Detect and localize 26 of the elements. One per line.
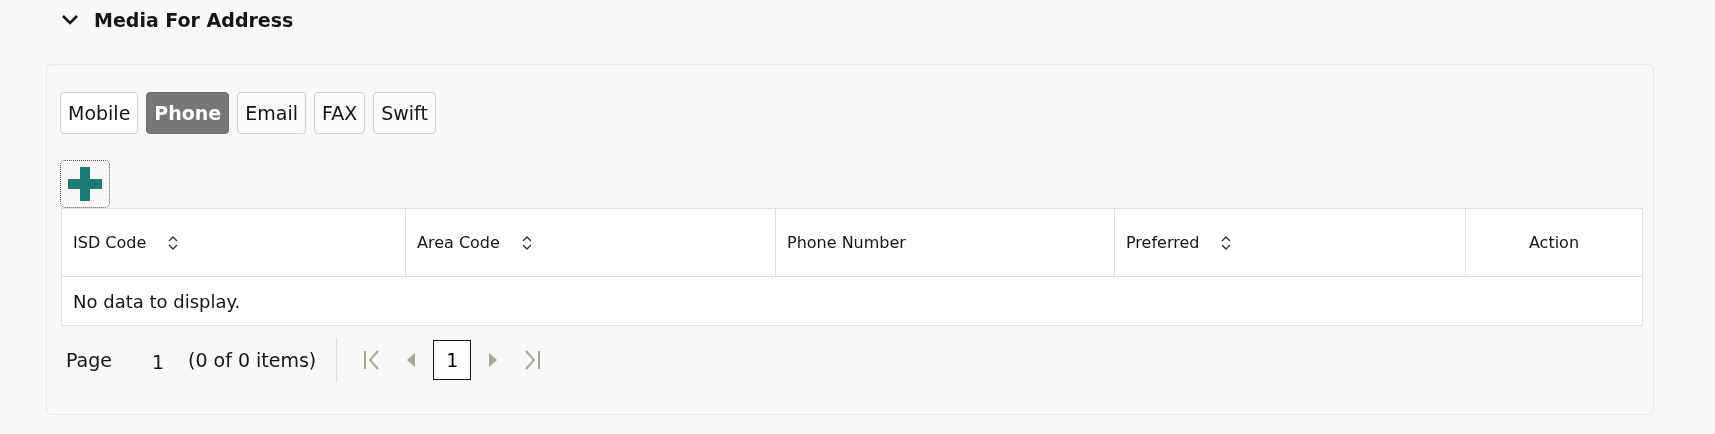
- right-triangle-icon: [489, 353, 498, 367]
- column-header[interactable]: Phone Number: [776, 209, 1115, 276]
- tab[interactable]: Phone: [146, 92, 230, 134]
- plus-icon: [67, 166, 103, 202]
- add-button[interactable]: [60, 160, 110, 208]
- column-header[interactable]: ISD Code: [62, 209, 406, 276]
- column-header[interactable]: Preferred: [1115, 209, 1466, 276]
- tab[interactable]: Email: [237, 92, 306, 134]
- left-triangle-icon: [407, 353, 416, 367]
- column-header[interactable]: Action: [1466, 209, 1642, 276]
- first-page-icon: [363, 350, 382, 370]
- page-value: 1: [152, 351, 166, 373]
- tab[interactable]: Mobile: [60, 92, 139, 134]
- sort-icon: [521, 234, 532, 251]
- item-summary: (0 of 0 items): [188, 338, 338, 382]
- column-header[interactable]: Area Code: [406, 209, 776, 276]
- tab[interactable]: Swift: [373, 92, 436, 134]
- chevron-icon: [61, 14, 79, 26]
- empty-message: No data to display.: [72, 289, 242, 314]
- sort-icon: [168, 234, 179, 251]
- page-button[interactable]: 1: [433, 340, 472, 380]
- sort-icon: [1221, 234, 1232, 251]
- last-page-icon: [523, 350, 542, 370]
- tab[interactable]: FAX: [313, 92, 366, 134]
- section-title: Media For Address: [94, 9, 294, 31]
- page-label: Page: [66, 349, 113, 371]
